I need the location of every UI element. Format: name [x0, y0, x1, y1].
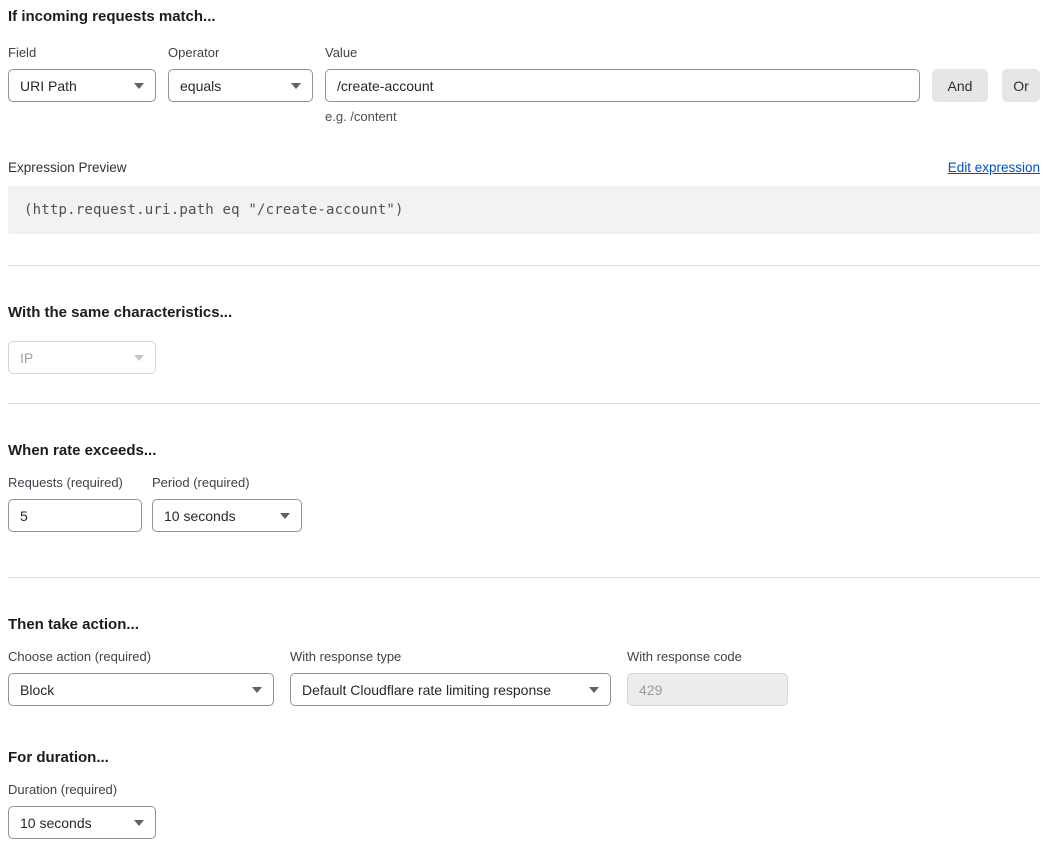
- match-section: If incoming requests match... Field URI …: [8, 8, 1040, 234]
- action-section-title: Then take action...: [8, 616, 1040, 633]
- expression-code: (http.request.uri.path eq "/create-accou…: [8, 186, 1040, 234]
- duration-label: Duration (required): [8, 782, 156, 798]
- duration-select[interactable]: 10 seconds: [8, 806, 156, 839]
- field-select-value: URI Path: [20, 78, 126, 94]
- requests-input[interactable]: [8, 499, 142, 532]
- period-group: Period (required) 10 seconds: [152, 475, 302, 532]
- value-hint: e.g. /content: [325, 109, 920, 124]
- value-group: Value e.g. /content: [325, 45, 920, 124]
- response-type-label: With response type: [290, 649, 611, 665]
- response-type-select[interactable]: Default Cloudflare rate limiting respons…: [290, 673, 611, 706]
- operator-select-value: equals: [180, 78, 283, 94]
- duration-section: For duration... Duration (required) 10 s…: [8, 749, 1040, 839]
- section-divider: [8, 265, 1040, 266]
- requests-label: Requests (required): [8, 475, 142, 491]
- duration-group: Duration (required) 10 seconds: [8, 782, 156, 839]
- value-label: Value: [325, 45, 920, 61]
- field-select[interactable]: URI Path: [8, 69, 156, 102]
- duration-section-title: For duration...: [8, 749, 1040, 766]
- chevron-down-icon: [252, 687, 262, 693]
- rate-section: When rate exceeds... Requests (required)…: [8, 442, 1040, 532]
- chevron-down-icon: [134, 820, 144, 826]
- chevron-down-icon: [291, 83, 301, 89]
- field-group: Field URI Path: [8, 45, 156, 102]
- expression-preview-label: Expression Preview: [8, 160, 127, 175]
- section-divider: [8, 403, 1040, 404]
- response-code-label: With response code: [627, 649, 788, 665]
- operator-select[interactable]: equals: [168, 69, 313, 102]
- chevron-down-icon: [280, 513, 290, 519]
- value-input[interactable]: [325, 69, 920, 102]
- action-label: Choose action (required): [8, 649, 274, 665]
- requests-group: Requests (required): [8, 475, 142, 532]
- action-group: Choose action (required) Block: [8, 649, 274, 706]
- response-code-input: [627, 673, 788, 706]
- chevron-down-icon: [589, 687, 599, 693]
- chevron-down-icon: [134, 355, 144, 361]
- characteristics-section-title: With the same characteristics...: [8, 304, 1040, 321]
- edit-expression-link[interactable]: Edit expression: [948, 160, 1040, 175]
- match-section-title: If incoming requests match...: [8, 8, 1040, 25]
- response-type-group: With response type Default Cloudflare ra…: [290, 649, 611, 706]
- chevron-down-icon: [134, 83, 144, 89]
- characteristic-select: IP: [8, 341, 156, 374]
- period-select[interactable]: 10 seconds: [152, 499, 302, 532]
- action-section: Then take action... Choose action (requi…: [8, 616, 1040, 706]
- operator-label: Operator: [168, 45, 313, 61]
- rate-section-title: When rate exceeds...: [8, 442, 1040, 459]
- or-button[interactable]: Or: [1002, 69, 1040, 102]
- period-label: Period (required): [152, 475, 302, 491]
- characteristic-select-value: IP: [20, 350, 126, 366]
- action-select-value: Block: [20, 682, 244, 698]
- action-select[interactable]: Block: [8, 673, 274, 706]
- characteristics-section: With the same characteristics... IP: [8, 304, 1040, 374]
- operator-group: Operator equals: [168, 45, 313, 102]
- and-button[interactable]: And: [932, 69, 988, 102]
- duration-select-value: 10 seconds: [20, 815, 126, 831]
- section-divider: [8, 577, 1040, 578]
- field-label: Field: [8, 45, 156, 61]
- response-code-group: With response code: [627, 649, 788, 706]
- response-type-select-value: Default Cloudflare rate limiting respons…: [302, 682, 581, 698]
- period-select-value: 10 seconds: [164, 508, 272, 524]
